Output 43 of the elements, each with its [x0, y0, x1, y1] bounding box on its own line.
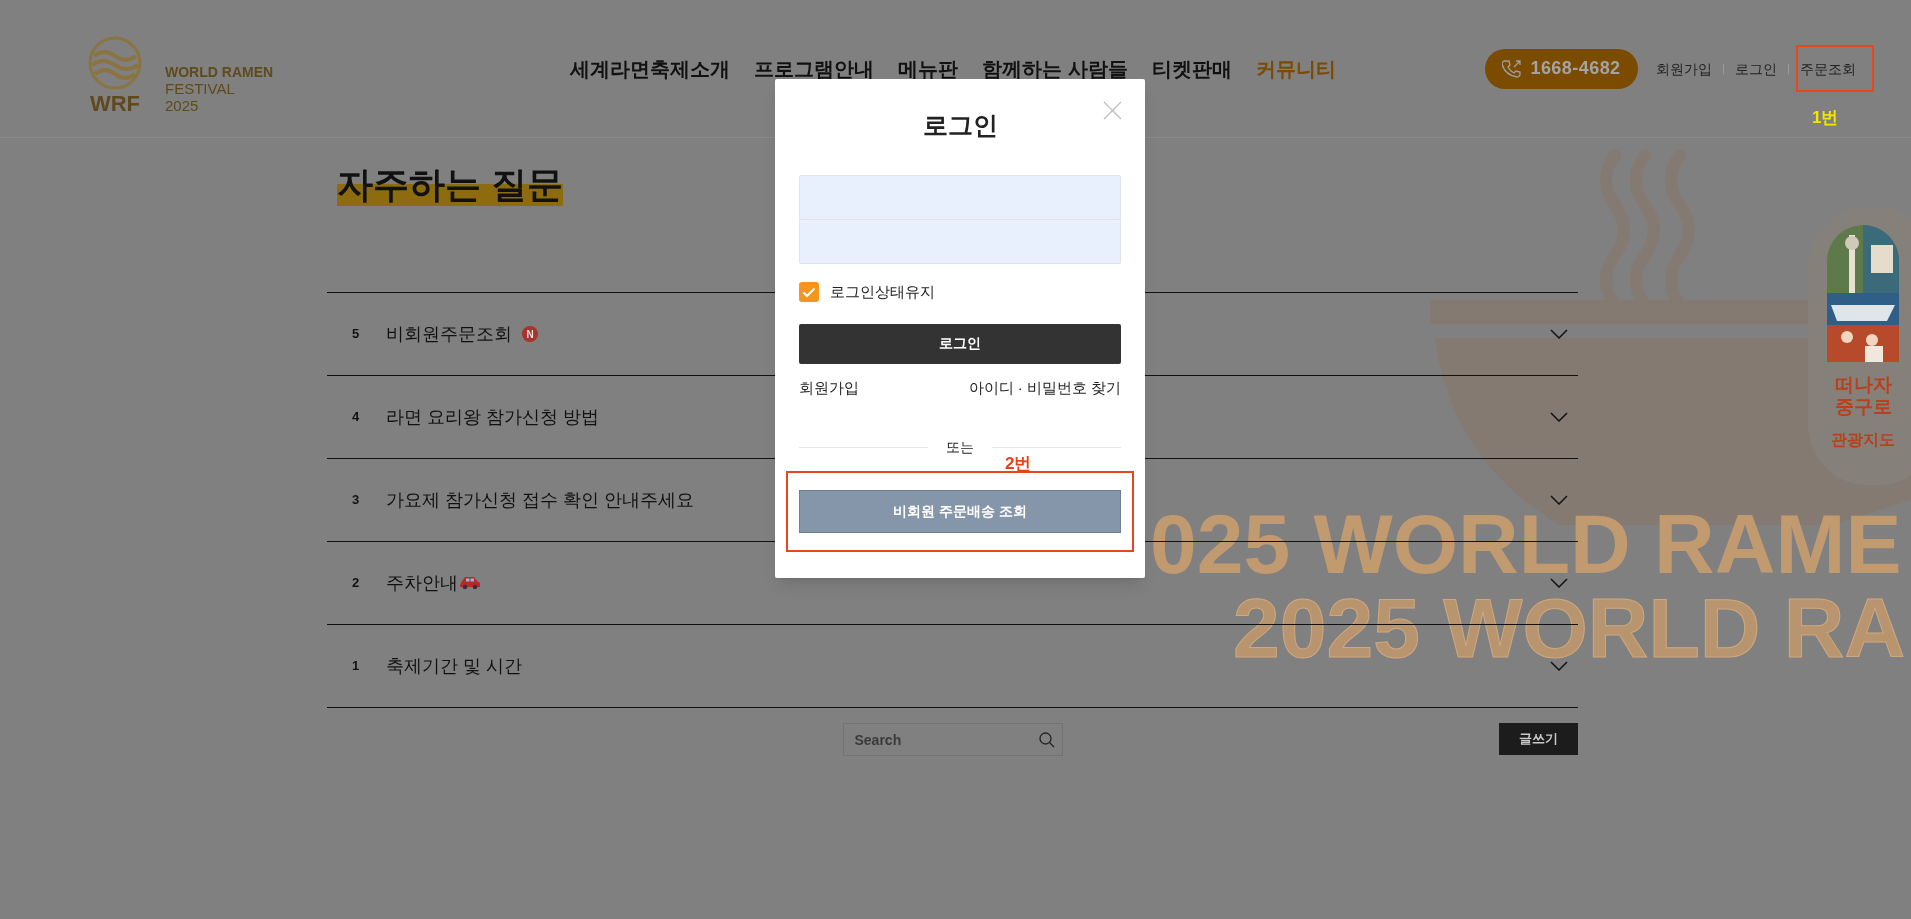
chevron-down-icon[interactable] [1550, 329, 1568, 339]
faq-title: 주차안내 [386, 571, 458, 595]
new-badge: N [522, 326, 538, 342]
nav-link[interactable]: 티켓판매 [1151, 53, 1232, 84]
faq-title: 가요제 참가신청 접수 확인 안내주세요 [386, 488, 694, 512]
dialog-title: 로그인 [922, 110, 998, 141]
phone-number: 1668-4682 [1530, 57, 1621, 80]
logo-text: FESTIVAL [165, 80, 236, 97]
banner-title: 중구로 [1834, 396, 1892, 418]
annotation-label: 1번 [1812, 106, 1839, 129]
logo-mark: WRF [89, 92, 141, 116]
write-button[interactable]: 글쓰기 [1499, 723, 1578, 755]
banner-subtitle: 관광지도 [1830, 430, 1896, 450]
faq-number: 3 [352, 491, 361, 510]
faq-title: 비회원주문조회 [386, 322, 512, 346]
faq-number: 2 [352, 574, 361, 593]
header-link[interactable]: 로그인 [1735, 60, 1777, 77]
noodle-emblem-icon [88, 36, 142, 90]
nav-link[interactable]: 세계라면축제소개 [570, 53, 730, 84]
search-field[interactable]: Search [842, 723, 1063, 756]
input-field[interactable] [799, 175, 1121, 220]
checkbox[interactable] [799, 282, 819, 303]
header-link[interactable]: 회원가입 [1656, 60, 1712, 77]
search-icon[interactable] [1038, 731, 1055, 748]
phone-icon [1502, 58, 1523, 79]
guest-order-button[interactable]: 비회원 주문배송 조회 [799, 490, 1121, 533]
login-button[interactable]: 로그인 [799, 323, 1121, 364]
divider-label: 또는 [945, 438, 975, 457]
chevron-down-icon[interactable] [1550, 661, 1568, 671]
dialog-link[interactable]: 회원가입 [799, 376, 859, 399]
input-field[interactable] [799, 220, 1121, 264]
dialog-link[interactable]: 아이디 · 비밀번호 찾기 [968, 376, 1121, 399]
logo-text: WORLD RAMEN [165, 64, 274, 80]
logo-text: 2025 [165, 97, 200, 114]
faq-number: 4 [352, 408, 361, 427]
chevron-down-icon[interactable] [1550, 412, 1568, 422]
faq-number: 5 [352, 325, 361, 344]
faq-title: 축제기간 및 시간 [386, 654, 522, 678]
phone-button[interactable]: 1668-4682 [1485, 48, 1638, 89]
faq-title: 라면 요리왕 참가신청 방법 [386, 405, 599, 429]
header-link[interactable]: 주문조회 [1800, 60, 1856, 77]
banner-title: 떠나자 [1834, 374, 1892, 396]
faq-number: 1 [352, 657, 361, 676]
